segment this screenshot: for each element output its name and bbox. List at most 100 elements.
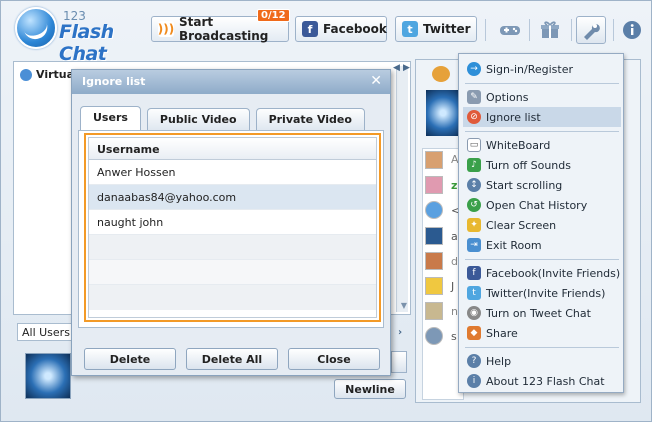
menu-item-label: Ignore list xyxy=(486,110,541,124)
users-group-icon xyxy=(432,66,450,82)
tab-public-video[interactable]: Public Video xyxy=(146,108,250,130)
menu-item-whiteboard[interactable]: ▭ WhiteBoard xyxy=(463,135,621,155)
list-item[interactable]: naught john xyxy=(89,210,376,235)
menu-item-label: Sign-in/Register xyxy=(486,62,573,76)
user-row-letter: a xyxy=(451,230,458,243)
tweet-chat-icon: ◉ xyxy=(467,306,481,320)
logo-text: Flash Chat xyxy=(59,21,114,65)
avatar xyxy=(426,90,460,136)
close-icon[interactable]: ✕ xyxy=(370,73,382,89)
menu-divider xyxy=(465,83,619,84)
avatar xyxy=(425,201,443,219)
wrench-icon[interactable] xyxy=(576,16,606,44)
broadcast-icon: ))) xyxy=(157,21,175,37)
menu-item-options[interactable]: ✎ Options xyxy=(463,87,621,107)
avatar xyxy=(425,277,443,295)
toolbar-divider xyxy=(485,19,486,41)
help-icon: ? xyxy=(467,354,481,368)
facebook-label: Facebook xyxy=(323,22,387,36)
toolbar-divider xyxy=(613,19,614,41)
avatar xyxy=(425,302,443,320)
menu-item-about[interactable]: i About 123 Flash Chat xyxy=(463,371,621,391)
user-row-letter: d xyxy=(451,255,458,268)
gift-icon[interactable] xyxy=(535,16,565,44)
user-filter-value: All Users xyxy=(22,326,70,339)
menu-item-ignore-list[interactable]: ⊘ Ignore list xyxy=(463,107,621,127)
menu-item-exit-room[interactable]: ⇥ Exit Room xyxy=(463,235,621,255)
avatar xyxy=(425,151,443,169)
newline-button[interactable]: Newline xyxy=(334,379,406,399)
facebook-button[interactable]: f Facebook xyxy=(295,16,387,42)
whiteboard-icon: ▭ xyxy=(467,138,481,152)
speaker-icon: ♪ xyxy=(467,158,481,172)
empty-list-row xyxy=(89,260,376,285)
menu-item-label: Turn off Sounds xyxy=(486,158,571,172)
column-header-username[interactable]: Username xyxy=(89,138,376,160)
avatar xyxy=(425,327,443,345)
menu-item-scrolling[interactable]: ↕ Start scrolling xyxy=(463,175,621,195)
scroll-down-arrow-icon[interactable]: ▼ xyxy=(401,301,407,310)
menu-divider xyxy=(465,131,619,132)
info-icon: i xyxy=(467,374,481,388)
menu-divider xyxy=(465,347,619,348)
user-row-letter: s xyxy=(451,330,457,343)
menu-item-help[interactable]: ? Help xyxy=(463,351,621,371)
list-item[interactable]: Anwer Hossen xyxy=(89,160,376,185)
close-button[interactable]: Close xyxy=(288,348,380,370)
user-row-letter: J xyxy=(451,280,455,293)
sign-in-icon: → xyxy=(467,62,481,76)
dialog-tabs: Users Public Video Private Video xyxy=(80,106,365,130)
options-icon: ✎ xyxy=(467,90,481,104)
empty-list-row xyxy=(89,285,376,310)
ignored-users-list[interactable]: Username Anwer Hossen danaabas84@yahoo.c… xyxy=(84,133,381,322)
menu-item-sign-in[interactable]: → Sign-in/Register xyxy=(463,59,621,79)
menu-item-twitter-invite[interactable]: t Twitter(Invite Friends) xyxy=(463,283,621,303)
collapse-left-arrow-icon[interactable]: ◀ xyxy=(393,63,400,73)
menu-item-clear-screen[interactable]: ✦ Clear Screen xyxy=(463,215,621,235)
menu-item-label: Turn on Tweet Chat xyxy=(486,306,591,320)
tab-users-label: Users xyxy=(93,111,128,124)
info-icon[interactable] xyxy=(617,16,647,44)
ignored-users-table: Username Anwer Hossen danaabas84@yahoo.c… xyxy=(88,137,377,318)
menu-divider xyxy=(465,259,619,260)
collapse-right-arrow-icon[interactable]: ▶ xyxy=(403,63,410,73)
menu-item-chat-history[interactable]: ↺ Open Chat History xyxy=(463,195,621,215)
avatar xyxy=(25,353,71,399)
menu-item-label: Twitter(Invite Friends) xyxy=(486,286,606,300)
logo: 123 Flash Chat xyxy=(15,7,145,65)
ignore-list-dialog: Ignore list ✕ Users Public Video Private… xyxy=(71,69,391,376)
facebook-icon: f xyxy=(467,266,481,280)
newline-label: Newline xyxy=(345,382,395,396)
menu-item-label: Start scrolling xyxy=(486,178,563,192)
twitter-button[interactable]: t Twitter xyxy=(395,16,477,42)
history-icon: ↺ xyxy=(467,198,481,212)
menu-item-sounds[interactable]: ♪ Turn off Sounds xyxy=(463,155,621,175)
menu-item-label: WhiteBoard xyxy=(486,138,551,152)
twitter-icon: t xyxy=(402,21,418,37)
gamepad-icon[interactable] xyxy=(495,16,525,44)
delete-button[interactable]: Delete xyxy=(84,348,176,370)
menu-item-tweet-chat[interactable]: ◉ Turn on Tweet Chat xyxy=(463,303,621,323)
app-window: 123 Flash Chat ))) Start Broadcasting 0/… xyxy=(0,0,652,422)
delete-label: Delete xyxy=(109,352,151,366)
tab-public-video-label: Public Video xyxy=(159,113,237,126)
send-button-edge[interactable] xyxy=(391,351,407,373)
dialog-title-bar[interactable]: Ignore list ✕ xyxy=(72,70,390,94)
twitter-label: Twitter xyxy=(423,22,471,36)
facebook-icon: f xyxy=(302,21,318,37)
list-item[interactable]: danaabas84@yahoo.com xyxy=(89,185,376,210)
delete-all-label: Delete All xyxy=(201,352,263,366)
menu-item-label: Share xyxy=(486,326,518,340)
panel-arrow-right-icon[interactable]: › xyxy=(393,323,407,341)
user-list-scrollbar[interactable] xyxy=(396,66,408,312)
toolbar-divider xyxy=(529,19,530,41)
menu-item-facebook-invite[interactable]: f Facebook(Invite Friends) xyxy=(463,263,621,283)
scroll-icon: ↕ xyxy=(467,178,481,192)
toolbar-divider xyxy=(571,19,572,41)
delete-all-button[interactable]: Delete All xyxy=(186,348,278,370)
tab-private-video[interactable]: Private Video xyxy=(255,108,365,130)
menu-item-share[interactable]: ◆ Share xyxy=(463,323,621,343)
tab-users[interactable]: Users xyxy=(80,106,141,130)
menu-item-label: About 123 Flash Chat xyxy=(486,374,605,388)
avatar xyxy=(425,252,443,270)
